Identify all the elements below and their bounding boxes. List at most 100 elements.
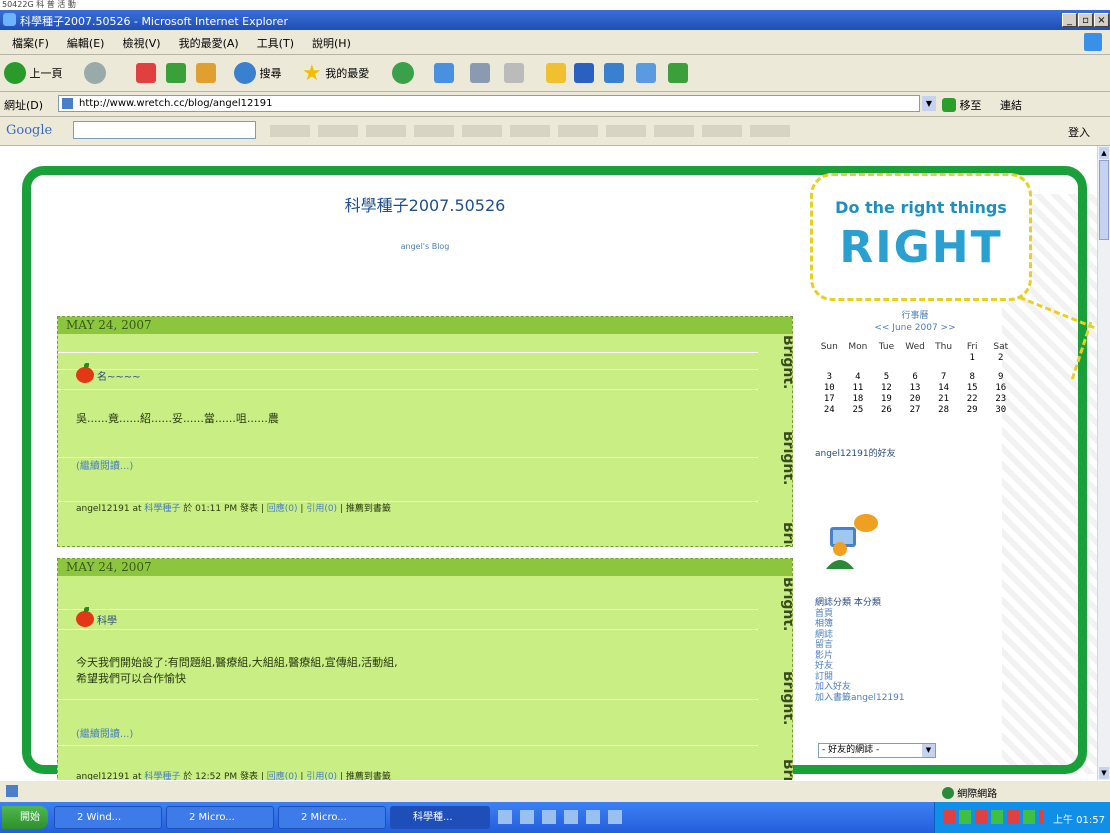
taskbar-item[interactable]: 2 Micro... [278,806,386,829]
calendar-day[interactable]: 9 [986,372,1015,383]
menu-favorites[interactable]: 我的最愛(A) [179,35,239,51]
print-button[interactable] [470,61,490,85]
friends-blog-select[interactable]: - 好友的網誌 - ▼ [818,743,936,758]
calendar-day[interactable]: 23 [986,394,1015,405]
comments-link[interactable]: 回應(0) [267,504,298,514]
tray-icons[interactable] [943,810,1043,824]
calendar-day[interactable]: 25 [844,405,873,416]
post-category-link[interactable]: 科學種子 [144,772,180,780]
calendar-day[interactable]: 20 [901,394,930,405]
address-input[interactable]: http://www.wretch.cc/blog/angel12191 [58,95,920,112]
home-button[interactable] [196,61,216,85]
sidebar-link-video[interactable]: 影片 [815,651,905,662]
blog-subtitle[interactable]: angel's Blog [57,242,793,251]
calendar-day[interactable]: 29 [958,405,987,416]
post-title[interactable]: 科學 [76,607,117,627]
calendar-day[interactable] [815,353,844,364]
post-title[interactable]: 名~~~~ [76,363,141,383]
calendar-day[interactable]: 24 [815,405,844,416]
calendar-day[interactable]: 12 [872,383,901,394]
menu-view[interactable]: 檢視(V) [122,35,160,51]
read-more-link[interactable]: (繼續閱讀...) [76,457,133,472]
calendar-day[interactable]: 7 [929,372,958,383]
calendar-day[interactable]: 11 [844,383,873,394]
calendar-day[interactable]: 22 [958,394,987,405]
recommend-link[interactable]: 推薦到書籤 [346,504,391,514]
calendar-day[interactable]: 1 [958,353,987,364]
calendar-day[interactable]: 17 [815,394,844,405]
calendar-day[interactable]: 3 [815,372,844,383]
people-button[interactable] [668,61,688,85]
maximize-button[interactable]: ▫ [1078,13,1093,27]
calendar-day[interactable]: 21 [929,394,958,405]
calendar-day[interactable]: 6 [901,372,930,383]
taskbar-item-active[interactable]: 科學種... [390,806,490,829]
blog-title[interactable]: 科學種子2007.50526 [57,192,793,216]
menu-help[interactable]: 說明(H) [312,35,351,51]
calendar-nav[interactable]: << June 2007 >> [815,322,1015,334]
read-more-link[interactable]: (繼續閱讀...) [76,725,133,740]
calendar-day[interactable]: 19 [872,394,901,405]
messenger-button[interactable] [574,61,594,85]
comments-link[interactable]: 回應(0) [267,772,298,780]
quick-launch-icons[interactable] [498,810,628,824]
google-toolbar-buttons[interactable] [270,125,790,137]
scroll-thumb[interactable] [1099,160,1109,240]
taskbar-item[interactable]: 2 Micro... [166,806,274,829]
menu-tools[interactable]: 工具(T) [257,35,294,51]
minimize-button[interactable]: _ [1062,13,1077,27]
folder-button[interactable] [546,61,566,85]
google-search-input[interactable] [73,121,256,139]
calendar-day[interactable]: 26 [872,405,901,416]
calendar-day[interactable] [901,353,930,364]
calendar-day[interactable] [929,353,958,364]
post-category-link[interactable]: 科學種子 [144,504,180,514]
trackback-link[interactable]: 引用(0) [306,772,337,780]
sidebar-link-home[interactable]: 首頁 [815,609,905,620]
back-button[interactable]: 上一頁 [4,61,63,85]
sidebar-link-blog[interactable]: 網誌 [815,630,905,641]
buddy-avatar-icon[interactable] [820,509,880,569]
links-button[interactable]: 連結 [1000,97,1022,113]
calendar-day[interactable]: 14 [929,383,958,394]
history-button[interactable] [392,61,414,85]
calendar-day[interactable]: 4 [844,372,873,383]
google-signin[interactable]: 登入 [1068,124,1090,140]
calendar-day[interactable]: 10 [815,383,844,394]
close-button[interactable]: × [1094,13,1109,27]
buddy-heading[interactable]: angel12191的好友 [815,446,896,459]
research-button[interactable] [604,61,624,85]
search-button[interactable]: 搜尋 [234,61,282,85]
scroll-down-arrow-icon[interactable]: ▼ [1099,767,1109,779]
forward-button[interactable] [84,61,106,85]
edit-button[interactable] [504,61,524,85]
favorites-button[interactable]: ★ 我的最愛 [302,61,369,86]
sidebar-link-bookmark[interactable]: 加入書籤angel12191 [815,693,905,704]
mail-button[interactable] [434,61,454,85]
scroll-up-arrow-icon[interactable]: ▲ [1099,147,1109,159]
menu-file[interactable]: 檔案(F) [12,35,49,51]
tool-button[interactable] [636,61,656,85]
address-dropdown[interactable]: ▼ [922,96,936,111]
start-button[interactable]: 開始 [2,806,48,829]
calendar-day[interactable]: 2 [986,353,1015,364]
refresh-button[interactable] [166,61,186,85]
sidebar-link-subscribe[interactable]: 訂閱 [815,672,905,683]
calendar-day[interactable]: 5 [872,372,901,383]
trackback-link[interactable]: 引用(0) [306,504,337,514]
calendar-day[interactable] [844,353,873,364]
calendar-day[interactable]: 18 [844,394,873,405]
calendar-day[interactable]: 30 [986,405,1015,416]
stop-button[interactable] [136,61,156,85]
calendar-day[interactable]: 27 [901,405,930,416]
sidebar-link-add-friend[interactable]: 加入好友 [815,682,905,693]
calendar-day[interactable]: 8 [958,372,987,383]
sidebar-link-album[interactable]: 相簿 [815,619,905,630]
vertical-scrollbar[interactable]: ▲ ▼ [1097,146,1110,780]
calendar-day[interactable]: 15 [958,383,987,394]
calendar-day[interactable] [872,353,901,364]
calendar-day[interactable]: 16 [986,383,1015,394]
calendar-day[interactable]: 13 [901,383,930,394]
sidebar-link-friends[interactable]: 好友 [815,661,905,672]
sidebar-link-guestbook[interactable]: 留言 [815,640,905,651]
